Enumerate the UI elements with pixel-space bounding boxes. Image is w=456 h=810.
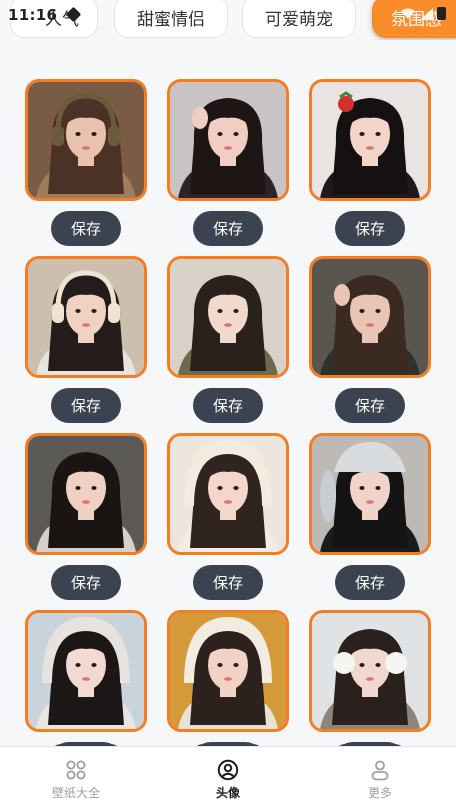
save-button[interactable]: 保存 (335, 388, 405, 423)
avatar-illustration (170, 613, 286, 729)
nav-more-label: 更多 (367, 786, 392, 800)
avatar-illustration (28, 82, 144, 198)
avatar-card: 保存 (167, 610, 289, 777)
avatar-image[interactable] (309, 610, 431, 732)
battery-icon (437, 7, 446, 20)
nav-avatars-label: 头像 (215, 786, 240, 800)
avatar-illustration (170, 259, 286, 375)
grid-icon (66, 760, 86, 780)
user-circle-icon (217, 759, 239, 781)
avatar-image[interactable] (309, 433, 431, 555)
avatar-image[interactable] (25, 433, 147, 555)
avatar-illustration (28, 613, 144, 729)
avatar-card: 保存 (25, 433, 147, 600)
avatar-image[interactable] (309, 79, 431, 201)
avatar-illustration (170, 82, 286, 198)
save-button[interactable]: 保存 (335, 565, 405, 600)
avatar-illustration (312, 259, 428, 375)
avatar-image[interactable] (167, 610, 289, 732)
avatar-card: 保存 (309, 433, 431, 600)
avatar-card: 保存 (309, 610, 431, 777)
avatar-illustration (312, 613, 428, 729)
avatar-card: 保存 (25, 79, 147, 246)
avatar-card: 保存 (167, 79, 289, 246)
avatar-card: 保存 (309, 79, 431, 246)
avatar-card: 保存 (25, 610, 147, 777)
save-button[interactable]: 保存 (51, 388, 121, 423)
avatar-image[interactable] (309, 256, 431, 378)
avatar-image[interactable] (25, 256, 147, 378)
category-tabs: 人气 甜蜜情侣 可爱萌宠 氛围感 (0, 0, 456, 40)
avatar-illustration (312, 436, 428, 552)
avatar-illustration (28, 436, 144, 552)
avatar-image[interactable] (25, 79, 147, 201)
tab-cute-pets[interactable]: 可爱萌宠 (242, 0, 356, 38)
nav-wallpapers-label: 壁纸大全 (51, 786, 100, 800)
avatar-row: 保存 保存 保存 (25, 433, 431, 610)
avatar-card: 保存 (167, 256, 289, 423)
avatar-card: 保存 (309, 256, 431, 423)
save-button[interactable]: 保存 (51, 565, 121, 600)
save-button[interactable]: 保存 (335, 211, 405, 246)
status-time: 11:16 (8, 6, 58, 24)
save-button[interactable]: 保存 (193, 211, 263, 246)
wifi-icon (401, 8, 415, 19)
nav-wallpapers[interactable]: 壁纸大全 (0, 747, 152, 810)
avatar-image[interactable] (167, 79, 289, 201)
avatar-grid: 保存保存保存保存保存保存保存保存保存保存保存保存 (25, 79, 431, 787)
avatar-illustration (28, 259, 144, 375)
signal-icon (420, 7, 433, 20)
avatar-illustration (312, 82, 428, 198)
avatar-card: 保存 (25, 256, 147, 423)
avatar-illustration (170, 436, 286, 552)
top-bar: 人气 甜蜜情侣 可爱萌宠 氛围感 11:16 (0, 0, 456, 40)
tab-sweet-couple[interactable]: 甜蜜情侣 (114, 0, 228, 38)
avatar-image[interactable] (167, 433, 289, 555)
bottom-nav: 壁纸大全 头像 更多 (0, 746, 456, 810)
person-icon (371, 760, 389, 781)
save-button[interactable]: 保存 (51, 211, 121, 246)
nav-more[interactable]: 更多 (304, 747, 456, 810)
avatar-image[interactable] (25, 610, 147, 732)
nav-avatars[interactable]: 头像 (152, 747, 304, 810)
avatar-image[interactable] (167, 256, 289, 378)
save-button[interactable]: 保存 (193, 565, 263, 600)
avatar-card: 保存 (167, 433, 289, 600)
avatar-row: 保存 保存 保存 (25, 79, 431, 256)
save-button[interactable]: 保存 (193, 388, 263, 423)
avatar-row: 保存 保存 保存 (25, 256, 431, 433)
status-icons (400, 7, 446, 20)
